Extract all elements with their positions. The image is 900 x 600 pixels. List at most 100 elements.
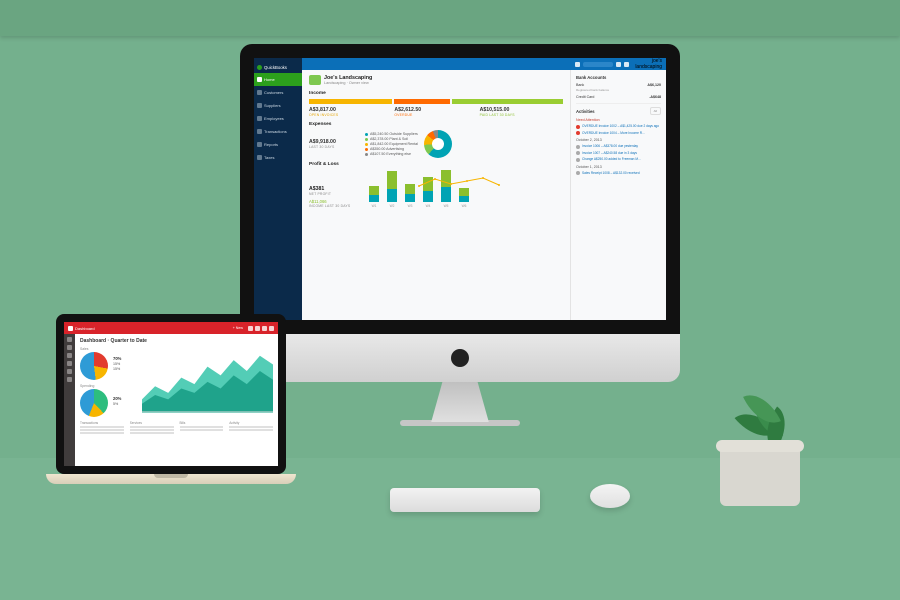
app-brand[interactable]: QuickBooks bbox=[254, 61, 302, 73]
search-icon[interactable] bbox=[248, 326, 253, 331]
company-logo-icon bbox=[309, 75, 321, 85]
dot-icon bbox=[576, 145, 580, 149]
activity-item[interactable]: Invoice 1007 – A$240.58 due in 3 days bbox=[576, 151, 661, 156]
laptop-base bbox=[46, 474, 296, 484]
legend-dot-icon bbox=[365, 138, 368, 141]
activity-item[interactable]: OVERDUE Invoice 1002 – A$1,425.00 due 2 … bbox=[576, 124, 661, 129]
sidebar-item-label: Suppliers bbox=[264, 103, 281, 108]
pie2-label: Spending bbox=[80, 384, 108, 388]
pl-title: Profit & Loss bbox=[309, 162, 563, 167]
laptop-sidebar bbox=[64, 334, 75, 466]
expenses-donut-chart[interactable] bbox=[424, 130, 452, 158]
top-toolbar: joe's landscaping bbox=[302, 58, 666, 70]
sidebar-item-label: Reports bbox=[264, 142, 278, 147]
employees-icon bbox=[257, 116, 262, 121]
income-bar-overdue bbox=[394, 99, 450, 104]
bank-account-sub: Registered bank balance bbox=[576, 88, 661, 92]
laptop-topbar: Dashboard + New bbox=[64, 322, 278, 334]
laptop-area-chart[interactable] bbox=[142, 347, 273, 409]
pie1-stats: 70% 15% 15% bbox=[113, 355, 121, 372]
income-open[interactable]: A$3,817.00 OPEN INVOICES bbox=[309, 107, 392, 117]
gear-icon[interactable] bbox=[262, 326, 267, 331]
legend-dot-icon bbox=[365, 143, 368, 146]
dot-icon bbox=[576, 151, 580, 155]
add-icon[interactable] bbox=[575, 62, 580, 67]
add-button[interactable]: + New bbox=[230, 326, 246, 331]
app-brand-label: QuickBooks bbox=[264, 65, 287, 70]
sidebar-item-home[interactable]: Home bbox=[254, 73, 302, 86]
activity-item[interactable]: Sales Receipt 1008 – A$132.00 received bbox=[576, 171, 661, 176]
laptop-brand-label: Dashboard bbox=[75, 326, 95, 331]
income-paid-label: PAID LAST 30 DAYS bbox=[480, 113, 563, 117]
legend-dot-icon bbox=[365, 133, 368, 136]
user-menu[interactable]: joe's landscaping bbox=[632, 58, 662, 70]
help-icon[interactable] bbox=[624, 62, 629, 67]
activities-title: Activities bbox=[576, 109, 595, 114]
customers-icon bbox=[257, 90, 262, 95]
legend-dot-icon bbox=[365, 148, 368, 151]
activity-item[interactable]: Invoice 1006 – A$378.00 due yesterday bbox=[576, 144, 661, 149]
mouse bbox=[590, 484, 630, 508]
laptop-bottom-lists: Transactions Services Bills Activity bbox=[80, 421, 273, 435]
income-paid[interactable]: A$10,515.00 PAID LAST 30 DAYS bbox=[480, 107, 563, 117]
income-overdue-label: OVERDUE bbox=[394, 113, 477, 117]
nav-icon[interactable] bbox=[67, 361, 72, 366]
sidebar-item-customers[interactable]: Customers bbox=[254, 86, 302, 99]
alert-icon[interactable] bbox=[255, 326, 260, 331]
expenses-legend: A$5,240.50 Outside Suppliers A$2,378.00 … bbox=[365, 131, 418, 157]
pie2-stats: 20% 5% bbox=[113, 395, 121, 407]
sidebar-item-label: Taxes bbox=[264, 155, 274, 160]
home-icon bbox=[257, 77, 262, 82]
activity-item[interactable]: OVERDUE Invoice 1004 – More Income R… bbox=[576, 131, 661, 136]
sidebar-item-reports[interactable]: Reports bbox=[254, 138, 302, 151]
income-overdue[interactable]: A$2,612.50 OVERDUE bbox=[394, 107, 477, 117]
nav-icon[interactable] bbox=[67, 337, 72, 342]
sidebar-item-taxes[interactable]: Taxes bbox=[254, 151, 302, 164]
sales-pie-chart[interactable] bbox=[80, 352, 108, 380]
gear-icon[interactable] bbox=[616, 62, 621, 67]
sidebar-item-label: Home bbox=[264, 77, 275, 82]
sidebar: QuickBooks Home Customers Suppliers Empl… bbox=[254, 58, 302, 320]
right-panel: Bank Accounts BankA$6,120 Registered ban… bbox=[570, 70, 666, 320]
nav-icon[interactable] bbox=[67, 377, 72, 382]
sidebar-item-label: Transactions bbox=[264, 129, 287, 134]
income-bar-chart bbox=[309, 99, 563, 104]
activities-filter-select[interactable]: All bbox=[650, 107, 661, 115]
spending-pie-chart[interactable] bbox=[80, 389, 108, 417]
quickbooks-logo-icon bbox=[257, 65, 262, 70]
activities-group-heading: Need Attention bbox=[576, 118, 661, 122]
company-subtitle: Landscaping · Owner view bbox=[324, 81, 372, 85]
activity-item[interactable]: Change A$250.00 added to Freeman M… bbox=[576, 157, 661, 162]
company-header: Joe's Landscaping Landscaping · Owner vi… bbox=[309, 75, 563, 85]
income-title: Income bbox=[309, 91, 563, 96]
help-icon[interactable] bbox=[269, 326, 274, 331]
monitor-stand bbox=[420, 382, 500, 422]
bank-account-row[interactable]: BankA$6,120 bbox=[576, 83, 661, 87]
transactions-icon bbox=[257, 129, 262, 134]
pl-income-label: INCOME LAST 30 DAYS bbox=[309, 204, 357, 208]
search-input[interactable] bbox=[583, 62, 613, 67]
laptop-dashboard-app: Dashboard + New bbox=[64, 322, 278, 466]
income-open-label: OPEN INVOICES bbox=[309, 113, 392, 117]
desktop-monitor: QuickBooks Home Customers Suppliers Empl… bbox=[240, 44, 680, 424]
bank-account-row[interactable]: Credit Card-A$648 bbox=[576, 95, 661, 99]
alert-dot-icon bbox=[576, 125, 580, 129]
sidebar-item-transactions[interactable]: Transactions bbox=[254, 125, 302, 138]
quickbooks-app: QuickBooks Home Customers Suppliers Empl… bbox=[254, 58, 666, 320]
laptop-page-title: Dashboard · Quarter to Date bbox=[80, 338, 273, 344]
nav-icon[interactable] bbox=[67, 353, 72, 358]
income-bar-open bbox=[309, 99, 392, 104]
pl-bar-chart[interactable]: W1 W2 W3 W4 W5 W6 bbox=[367, 170, 563, 208]
sidebar-item-label: Employees bbox=[264, 116, 284, 121]
legend-dot-icon bbox=[365, 153, 368, 156]
sidebar-item-suppliers[interactable]: Suppliers bbox=[254, 99, 302, 112]
keyboard bbox=[390, 488, 540, 512]
monitor-chin bbox=[240, 334, 680, 382]
expenses-title: Expenses bbox=[309, 122, 563, 127]
sidebar-item-employees[interactable]: Employees bbox=[254, 112, 302, 125]
pie1-label: Sales bbox=[80, 347, 108, 351]
nav-icon[interactable] bbox=[67, 345, 72, 350]
income-bar-paid bbox=[452, 99, 563, 104]
laptop: Dashboard + New bbox=[46, 314, 296, 504]
nav-icon[interactable] bbox=[67, 369, 72, 374]
